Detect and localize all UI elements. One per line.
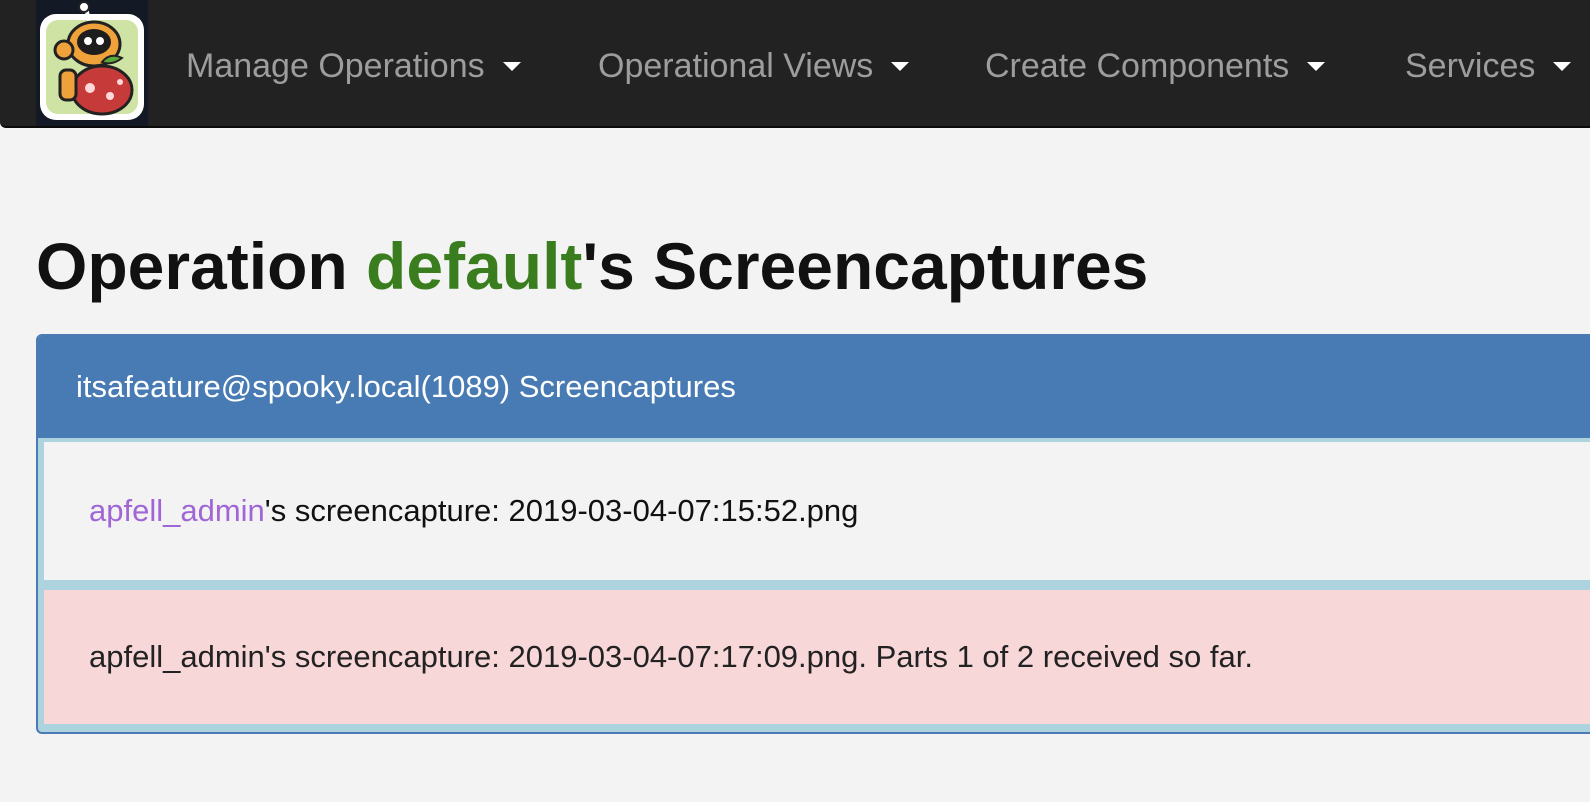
nav-operational-views[interactable]: Operational Views [598, 44, 910, 88]
nav-manage-operations[interactable]: Manage Operations [186, 44, 521, 88]
nav-operational-views-label: Operational Views [598, 46, 874, 85]
page-title: Operation default's Screencaptures [36, 228, 1148, 304]
top-navbar: Manage Operations Operational Views Crea… [0, 0, 1590, 128]
caret-down-icon [1307, 61, 1326, 71]
caret-down-icon [502, 61, 521, 71]
nav-create-components[interactable]: Create Components [985, 44, 1326, 88]
apfell-logo[interactable] [36, 0, 148, 126]
page-title-prefix: Operation [36, 229, 367, 303]
screencapture-row-partial: apfell_admin's screencapture: 2019-03-04… [44, 590, 1590, 724]
nav-services[interactable]: Services [1405, 44, 1572, 88]
panel-heading: itsafeature@spooky.local(1089) Screencap… [38, 336, 1590, 438]
screencapture-user-link[interactable]: apfell_admin [89, 493, 265, 529]
nav-create-components-label: Create Components [985, 46, 1290, 85]
page-title-suffix: 's Screencaptures [582, 229, 1149, 303]
nav-manage-operations-label: Manage Operations [186, 46, 485, 85]
screencapture-partial-status: apfell_admin's screencapture: 2019-03-04… [89, 639, 1253, 674]
operation-name: default [366, 229, 583, 303]
screencapture-filename: 's screencapture: 2019-03-04-07:15:52.pn… [264, 493, 859, 528]
nav-services-label: Services [1405, 46, 1536, 85]
callback-heading-text: itsafeature@spooky.local(1089) Screencap… [76, 369, 736, 404]
robot-logo-icon [40, 1, 144, 120]
caret-down-icon [1553, 61, 1572, 71]
screencapture-row-complete[interactable]: apfell_admin's screencapture: 2019-03-04… [44, 442, 1590, 580]
caret-down-icon [891, 61, 910, 71]
screencaptures-panel: itsafeature@spooky.local(1089) Screencap… [36, 334, 1590, 734]
